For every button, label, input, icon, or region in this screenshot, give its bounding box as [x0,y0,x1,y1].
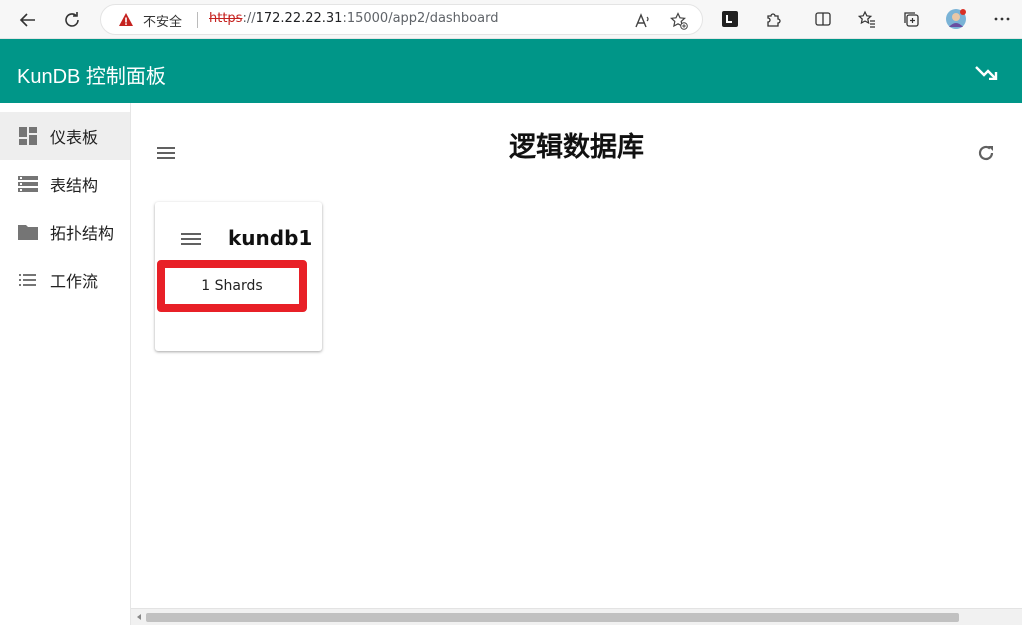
split-screen-icon [815,12,831,26]
read-aloud-button[interactable] [634,12,652,30]
extension-button[interactable] [719,8,741,30]
back-arrow-icon [19,13,35,27]
sidebar-item-label: 表结构 [50,176,99,195]
folder-icon [18,222,38,242]
collections-icon [904,12,919,27]
sidebar-item-workflow[interactable]: 工作流 [0,256,130,304]
insecure-label[interactable]: 不安全 [143,11,182,30]
app-header: KunDB 控制面板 [0,39,1022,103]
address-divider [197,12,198,28]
sidebar-item-topology[interactable]: 拓扑结构 [0,208,130,256]
sidebar-item-schema[interactable]: 表结构 [0,160,130,208]
trending-down-icon[interactable] [974,64,998,80]
url-separator: :// [242,11,256,26]
avatar-icon [946,9,966,29]
collections-button[interactable] [900,8,922,30]
puzzle-icon [767,13,781,27]
list-icon [18,270,38,290]
reload-icon [65,12,79,27]
url-path: :15000/app2/dashboard [342,11,499,26]
reload-button[interactable] [58,6,86,34]
main-content: 逻辑数据库 kundb1 1 Shards [131,103,1022,608]
url-protocol: https [209,11,243,26]
dashboard-icon [18,126,38,146]
keyspace-card[interactable]: kundb1 1 Shards [155,202,322,351]
menu-icon[interactable] [181,232,201,246]
read-aloud-icon [635,13,649,28]
browser-toolbar: 不安全 https://172.22.22.31:15000/app2/dash… [0,0,1022,39]
storage-icon [18,174,38,194]
favorite-add-button[interactable] [670,12,688,30]
app-title: KunDB 控制面板 [17,66,166,88]
more-menu-button[interactable] [991,8,1013,30]
split-screen-button[interactable] [812,8,834,30]
page-title: 逻辑数据库 [509,132,644,163]
more-dots-icon [994,17,1010,21]
sidebar-item-label: 拓扑结构 [50,224,115,243]
profile-button[interactable] [945,8,967,30]
favorites-button[interactable] [856,8,878,30]
refresh-icon[interactable] [976,143,996,163]
keyspace-name: kundb1 [228,226,313,250]
url-text[interactable]: https://172.22.22.31:15000/app2/dashboar… [209,11,498,26]
extensions-button[interactable] [763,8,785,30]
shards-button[interactable]: 1 Shards [157,260,307,312]
scrollbar-thumb[interactable] [146,613,959,622]
favorites-icon [858,10,875,28]
extension-logo-icon [722,11,738,27]
shards-count: 1 Shards [201,278,263,294]
sidebar-item-dashboard[interactable]: 仪表板 [0,112,130,160]
sidebar-item-label: 工作流 [50,272,99,291]
scroll-left-icon[interactable] [134,612,144,622]
sidebar-item-label: 仪表板 [50,128,99,147]
warning-icon [119,13,133,26]
sidebar: 仪表板 表结构 拓扑结构 工作流 [0,103,131,625]
address-bar[interactable]: 不安全 https://172.22.22.31:15000/app2/dash… [100,4,703,35]
horizontal-scrollbar[interactable] [131,608,1022,625]
back-button[interactable] [14,6,42,34]
star-add-icon [670,12,688,30]
url-host: 172.22.22.31 [255,11,343,26]
